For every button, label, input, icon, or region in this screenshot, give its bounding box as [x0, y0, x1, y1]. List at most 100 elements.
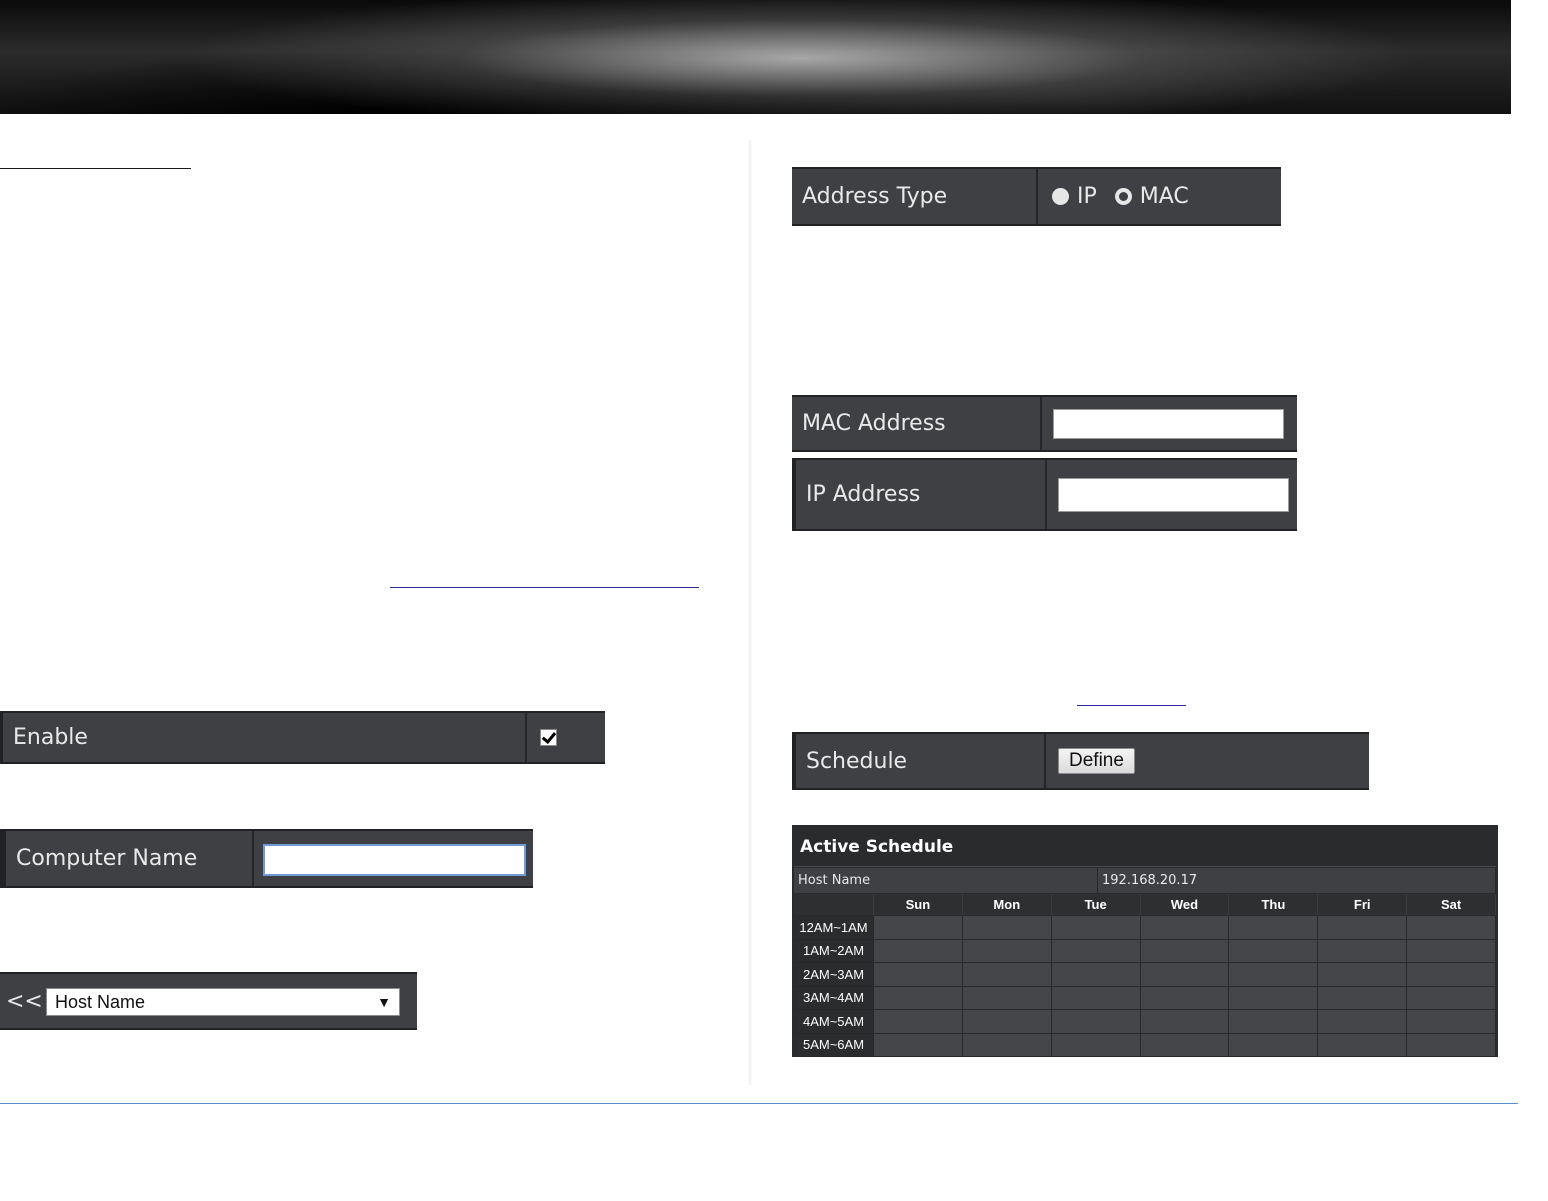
- schedule-cell[interactable]: [1407, 1010, 1497, 1034]
- day-header-sun: Sun: [874, 894, 963, 915]
- time-row: 5AM~6AM: [794, 1033, 1497, 1057]
- schedule-grid: Host Name 192.168.20.17 Sun Mon Tue Wed Thu F…: [794, 868, 1497, 1057]
- host-select[interactable]: Host Name ▼: [46, 988, 400, 1016]
- day-header-fri: Fri: [1318, 894, 1408, 915]
- time-row: 3AM~4AM: [794, 986, 1497, 1010]
- schedule-cell[interactable]: [874, 1010, 963, 1034]
- enable-control: [540, 713, 557, 762]
- mac-address-label: MAC Address: [802, 411, 946, 436]
- schedule-cell[interactable]: [1051, 916, 1141, 940]
- time-label: 1AM~2AM: [794, 939, 874, 963]
- divider: [1045, 460, 1047, 529]
- host-select-prefix: <<: [6, 988, 43, 1014]
- computer-name-label: Computer Name: [16, 846, 198, 871]
- schedule-cell[interactable]: [1140, 1033, 1230, 1057]
- schedule-cell[interactable]: [1229, 939, 1319, 963]
- schedule-cell[interactable]: [1051, 939, 1141, 963]
- ip-address-input[interactable]: [1058, 478, 1289, 512]
- active-schedule-title: Active Schedule: [794, 827, 1496, 867]
- link-underline: [390, 587, 699, 588]
- schedule-cell[interactable]: [1407, 1033, 1497, 1057]
- schedule-panel: Schedule Define: [792, 732, 1369, 790]
- corner-cell: [794, 894, 874, 915]
- enable-checkbox[interactable]: [540, 729, 557, 746]
- divider: [252, 831, 254, 886]
- schedule-cell[interactable]: [1407, 986, 1497, 1010]
- day-header-wed: Wed: [1140, 894, 1230, 915]
- time-row: 12AM~1AM: [794, 916, 1497, 940]
- schedule-cell[interactable]: [1051, 963, 1141, 987]
- ip-address-panel: IP Address: [792, 458, 1297, 531]
- divider: [1044, 734, 1046, 788]
- define-button[interactable]: Define: [1058, 748, 1135, 774]
- schedule-cell[interactable]: [874, 939, 963, 963]
- chevron-down-icon: ▼: [377, 994, 391, 1010]
- schedule-cell[interactable]: [1229, 1033, 1319, 1057]
- schedule-cell[interactable]: [1140, 986, 1230, 1010]
- schedule-cell[interactable]: [962, 963, 1052, 987]
- day-header-row: Sun Mon Tue Wed Thu Fri Sat: [794, 894, 1497, 915]
- divider: [525, 713, 527, 762]
- time-label: 2AM~3AM: [794, 963, 874, 987]
- address-type-options: IP MAC: [1052, 169, 1189, 224]
- radio-ip[interactable]: [1052, 188, 1069, 205]
- schedule-cell[interactable]: [962, 1010, 1052, 1034]
- schedule-cell[interactable]: [1051, 1010, 1141, 1034]
- footer-line: [0, 1103, 1518, 1104]
- header-banner: [0, 0, 1511, 114]
- divider: [1036, 169, 1038, 224]
- schedule-cell[interactable]: [1407, 916, 1497, 940]
- time-row: 4AM~5AM: [794, 1010, 1497, 1034]
- radio-ip-label: IP: [1077, 184, 1097, 209]
- schedule-cell[interactable]: [874, 916, 963, 940]
- host-label: Host Name: [794, 868, 1098, 893]
- schedule-cell[interactable]: [1051, 986, 1141, 1010]
- radio-mac[interactable]: [1114, 188, 1132, 205]
- schedule-cell[interactable]: [874, 1033, 963, 1057]
- schedule-cell[interactable]: [962, 986, 1052, 1010]
- enable-panel: Enable: [0, 711, 605, 764]
- ip-address-label: IP Address: [806, 482, 921, 507]
- computer-name-panel: Computer Name: [0, 829, 533, 888]
- schedule-cell[interactable]: [1229, 1010, 1319, 1034]
- time-label: 5AM~6AM: [794, 1033, 874, 1057]
- schedule-cell[interactable]: [1140, 939, 1230, 963]
- schedule-cell[interactable]: [1407, 963, 1497, 987]
- address-type-panel: Address Type IP MAC: [792, 167, 1281, 226]
- host-row: Host Name 192.168.20.17: [794, 868, 1496, 893]
- schedule-cell[interactable]: [1229, 916, 1319, 940]
- enable-label: Enable: [13, 725, 88, 750]
- schedule-cell[interactable]: [1140, 963, 1230, 987]
- schedule-cell[interactable]: [1318, 963, 1408, 987]
- schedule-cell[interactable]: [1051, 1033, 1141, 1057]
- day-header-thu: Thu: [1229, 894, 1319, 915]
- schedule-cell[interactable]: [1407, 939, 1497, 963]
- host-select-value: Host Name: [55, 991, 146, 1012]
- schedule-cell[interactable]: [1229, 963, 1319, 987]
- host-value: 192.168.20.17: [1098, 868, 1496, 893]
- schedule-cell[interactable]: [1318, 986, 1408, 1010]
- mac-address-input[interactable]: [1053, 409, 1284, 439]
- radio-mac-label: MAC: [1139, 184, 1189, 209]
- schedule-cell[interactable]: [1318, 916, 1408, 940]
- time-row: 1AM~2AM: [794, 939, 1497, 963]
- time-label: 12AM~1AM: [794, 916, 874, 940]
- schedule-cell[interactable]: [1140, 1010, 1230, 1034]
- schedule-cell[interactable]: [1318, 1033, 1408, 1057]
- schedule-cell[interactable]: [874, 963, 963, 987]
- mac-address-panel: MAC Address: [792, 395, 1297, 452]
- link-underline: [1077, 705, 1186, 706]
- schedule-cell[interactable]: [962, 939, 1052, 963]
- schedule-cell[interactable]: [1229, 986, 1319, 1010]
- day-header-mon: Mon: [962, 894, 1052, 915]
- day-header-tue: Tue: [1051, 894, 1141, 915]
- computer-name-input[interactable]: [263, 844, 526, 876]
- schedule-cell[interactable]: [1318, 939, 1408, 963]
- schedule-cell[interactable]: [962, 916, 1052, 940]
- schedule-cell[interactable]: [962, 1033, 1052, 1057]
- schedule-cell[interactable]: [1318, 1010, 1408, 1034]
- active-schedule-table: Active Schedule Host Name 192.168.20.17 …: [792, 825, 1498, 1057]
- schedule-cell[interactable]: [874, 986, 963, 1010]
- schedule-cell[interactable]: [1140, 916, 1230, 940]
- column-divider: [748, 140, 752, 1085]
